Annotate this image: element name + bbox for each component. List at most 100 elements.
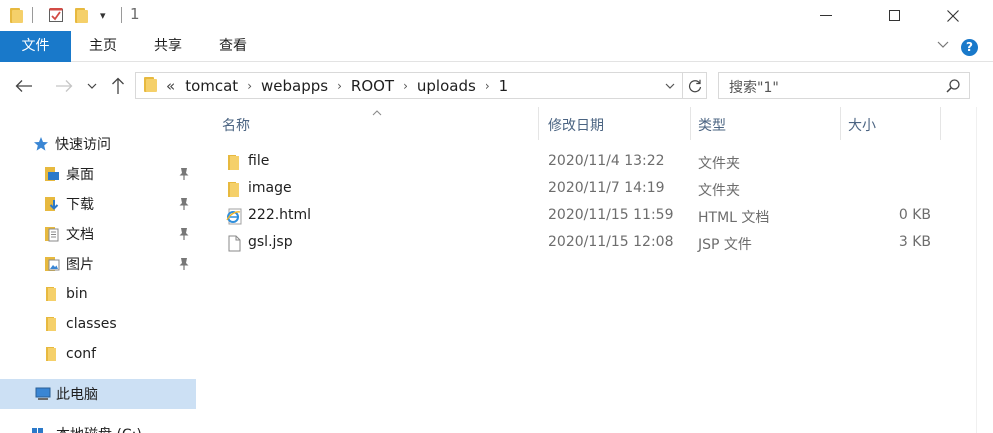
file-type: JSP 文件 [698, 237, 752, 253]
file-name: image [248, 180, 292, 196]
minimize-button[interactable] [803, 0, 849, 31]
refresh-button[interactable] [682, 73, 706, 98]
ie-html-icon [226, 208, 242, 225]
star-icon [33, 136, 49, 152]
crumb-1[interactable]: 1 [499, 77, 509, 95]
sidebar-item-downloads[interactable]: 下载 [0, 189, 196, 219]
table-row[interactable]: file 2020/11/4 13:22 文件夹 [196, 149, 956, 176]
tab-file[interactable]: 文件 [0, 31, 71, 62]
up-button[interactable] [106, 74, 130, 98]
tab-home[interactable]: 主页 [78, 31, 128, 62]
properties-checkmark-icon[interactable] [48, 6, 64, 24]
sidebar-item-label: 文档 [66, 227, 94, 243]
recent-locations-button[interactable] [84, 74, 100, 98]
sidebar-item-quick-access[interactable]: 快速访问 [0, 129, 196, 159]
column-divider[interactable] [690, 107, 691, 140]
address-history-button[interactable] [660, 73, 680, 98]
crumb-tomcat[interactable]: tomcat [185, 77, 238, 95]
crumb-root[interactable]: ROOT [351, 77, 394, 95]
quick-access-dropdown-icon[interactable]: ▾ [100, 6, 106, 24]
crumb-uploads[interactable]: uploads [417, 77, 476, 95]
file-size: 3 KB [898, 234, 931, 250]
tab-view[interactable]: 查看 [208, 31, 258, 62]
vertical-scrollbar[interactable] [976, 107, 993, 433]
minimize-icon [820, 15, 832, 16]
sidebar-item-label: 桌面 [66, 167, 94, 183]
sidebar-item-label: bin [66, 286, 88, 302]
sidebar-item-label: 图片 [66, 257, 94, 273]
column-header-type[interactable]: 类型 [698, 107, 838, 140]
crumb-overflow[interactable]: « [166, 77, 175, 95]
column-divider[interactable] [840, 107, 841, 140]
sidebar-item-desktop[interactable]: 桌面 [0, 159, 196, 189]
file-size: 0 KB [898, 207, 931, 223]
tab-share[interactable]: 共享 [143, 31, 193, 62]
file-type: 文件夹 [698, 183, 740, 199]
table-row[interactable]: 222.html 2020/11/15 11:59 HTML 文档 0 KB [196, 203, 956, 230]
address-folder-icon [144, 76, 158, 96]
crumb-separator-icon[interactable]: › [337, 79, 342, 93]
crumb-separator-icon[interactable]: › [403, 79, 408, 93]
folder-icon [44, 346, 60, 362]
chevron-down-icon [665, 83, 675, 89]
column-divider[interactable] [940, 107, 941, 140]
window-folder-icon [10, 6, 24, 24]
documents-icon [44, 226, 60, 242]
arrow-left-icon [15, 80, 32, 92]
search-icon[interactable] [943, 76, 963, 96]
file-date: 2020/11/15 11:59 [548, 207, 674, 223]
navigation-pane: 快速访问 桌面 下载 文档 图片 bin classes conf 此电脑 [0, 107, 196, 433]
sidebar-item-classes[interactable]: classes [0, 309, 196, 339]
pin-icon[interactable] [178, 167, 190, 181]
address-row: « tomcat › webapps › ROOT › uploads › 1 … [0, 62, 993, 107]
pin-icon[interactable] [178, 227, 190, 241]
ribbon: 文件 主页 共享 查看 ? [0, 31, 993, 62]
column-header-size[interactable]: 大小 [848, 107, 938, 140]
desktop-icon [44, 166, 60, 182]
help-button[interactable]: ? [961, 39, 978, 56]
search-placeholder: 搜索"1" [729, 80, 779, 96]
sidebar-item-label: 下载 [66, 197, 94, 213]
crumb-separator-icon[interactable]: › [247, 79, 252, 93]
window-title: 1 [130, 5, 140, 23]
folder-icon [44, 286, 60, 302]
blank-file-icon [228, 235, 241, 252]
sidebar-item-label: 本地磁盘 (C:) [56, 424, 142, 433]
close-icon [947, 9, 959, 22]
column-header-name[interactable]: 名称 [222, 107, 532, 140]
search-input[interactable]: 搜索"1" [718, 72, 970, 99]
table-row[interactable]: gsl.jsp 2020/11/15 12:08 JSP 文件 3 KB [196, 230, 956, 257]
file-date: 2020/11/15 12:08 [548, 234, 674, 250]
address-bar[interactable]: « tomcat › webapps › ROOT › uploads › 1 [135, 72, 707, 99]
sidebar-item-conf[interactable]: conf [0, 339, 196, 369]
forward-button[interactable] [52, 74, 76, 98]
crumb-webapps[interactable]: webapps [261, 77, 328, 95]
new-folder-icon[interactable] [75, 6, 89, 24]
column-divider[interactable] [538, 107, 539, 140]
folder-icon [228, 182, 239, 197]
expand-ribbon-button[interactable] [934, 37, 952, 55]
title-bar: ▾ 1 [0, 0, 993, 31]
close-button[interactable] [930, 0, 976, 31]
windows-drive-icon [30, 426, 46, 433]
file-type: 文件夹 [698, 156, 740, 172]
sidebar-item-label: 快速访问 [55, 137, 111, 153]
pin-icon[interactable] [178, 257, 190, 271]
column-header-date[interactable]: 修改日期 [548, 107, 688, 140]
sidebar-item-documents[interactable]: 文档 [0, 219, 196, 249]
sidebar-item-bin[interactable]: bin [0, 279, 196, 309]
file-date: 2020/11/4 13:22 [548, 153, 665, 169]
file-name: gsl.jsp [248, 234, 293, 250]
pictures-icon [44, 256, 60, 272]
chevron-down-icon [937, 41, 949, 48]
folder-icon [228, 155, 239, 170]
title-separator [32, 7, 33, 23]
back-button[interactable] [12, 74, 36, 98]
crumb-separator-icon[interactable]: › [485, 79, 490, 93]
pin-icon[interactable] [178, 197, 190, 211]
sidebar-item-this-pc[interactable]: 此电脑 [0, 379, 196, 409]
sidebar-item-local-disk[interactable]: 本地磁盘 (C:) [0, 419, 196, 433]
sidebar-item-pictures[interactable]: 图片 [0, 249, 196, 279]
table-row[interactable]: image 2020/11/7 14:19 文件夹 [196, 176, 956, 203]
maximize-button[interactable] [871, 0, 917, 31]
